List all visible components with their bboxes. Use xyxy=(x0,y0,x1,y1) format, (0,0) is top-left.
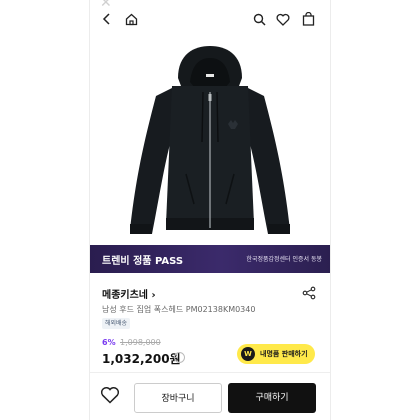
wishlist-button[interactable] xyxy=(274,10,292,28)
search-button[interactable] xyxy=(250,10,268,28)
authentic-pass-banner[interactable]: 트렌비 정품 PASS 한국정품감정센터 인증서 동봉 xyxy=(90,245,330,273)
back-button[interactable] xyxy=(98,10,116,28)
product-image[interactable] xyxy=(90,34,330,244)
buy-now-button[interactable]: 구매하기 xyxy=(228,383,316,413)
home-button[interactable] xyxy=(122,10,140,28)
brand-name: 메종키츠네 xyxy=(102,290,148,301)
brand-link[interactable]: 메종키츠네 › xyxy=(102,286,156,301)
heart-icon xyxy=(276,13,290,26)
banner-subtitle: 한국정품감정센터 인증서 동봉 xyxy=(246,256,322,263)
product-page: 트렌비 정품 PASS 한국정품감정센터 인증서 동봉 메종키츠네 › 남성 후… xyxy=(90,0,330,420)
shipping-badge: 해외배송 xyxy=(102,318,131,329)
product-name: 남성 후드 집업 폭스헤드 PM02138KM0340 xyxy=(102,305,256,314)
bottom-action-bar: 장바구니 구매하기 xyxy=(90,372,330,420)
share-icon xyxy=(302,286,316,300)
bag-button[interactable] xyxy=(299,10,317,28)
chevron-right-icon: › xyxy=(151,290,156,301)
wishlist-toggle[interactable] xyxy=(100,386,122,408)
sell-button-label: 내명품 판매하기 xyxy=(260,350,308,358)
discount-rate: 6% xyxy=(102,338,116,347)
add-to-cart-button[interactable]: 장바구니 xyxy=(134,383,222,413)
close-icon[interactable]: ✕ xyxy=(100,0,114,10)
top-nav-bar xyxy=(90,8,330,30)
home-icon xyxy=(125,13,137,25)
banner-title-suffix: PASS xyxy=(154,256,184,267)
banner-title-prefix: 트렌비 정품 xyxy=(102,256,152,267)
sell-my-luxury-button[interactable]: W 내명품 판매하기 xyxy=(237,344,315,364)
share-button[interactable] xyxy=(302,285,316,300)
search-icon xyxy=(253,13,266,26)
hoodie-image xyxy=(130,46,290,234)
original-price: 1,098,000 xyxy=(120,338,161,347)
banner-title: 트렌비 정품 PASS xyxy=(102,252,183,267)
info-icon[interactable]: i xyxy=(174,352,185,363)
shopping-bag-icon xyxy=(302,12,314,26)
sell-logo-icon: W xyxy=(241,347,255,361)
heart-icon xyxy=(100,387,120,404)
sale-price: 1,032,200원 xyxy=(102,352,181,366)
chevron-left-icon xyxy=(102,13,110,25)
